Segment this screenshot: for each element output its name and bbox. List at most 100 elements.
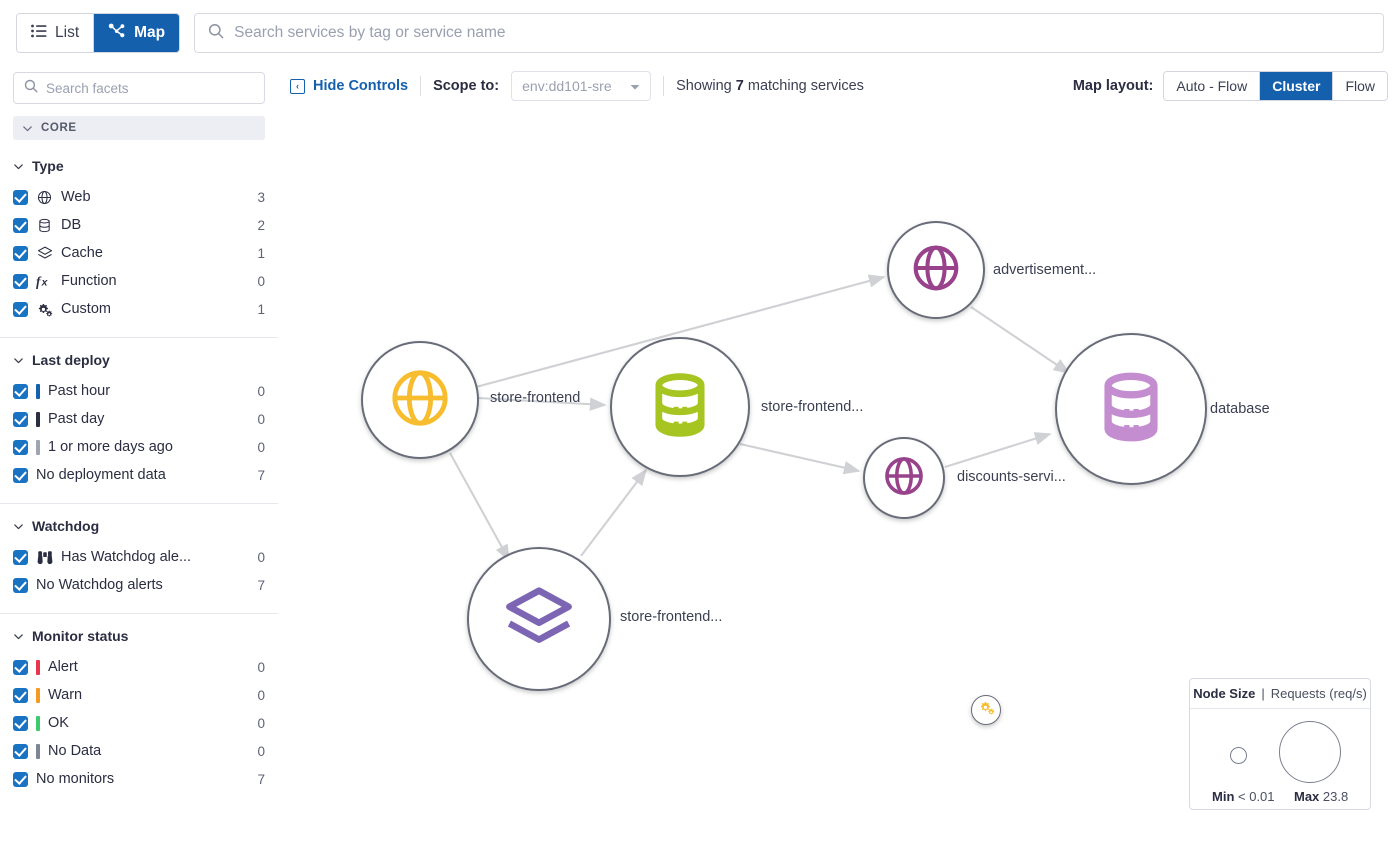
facet-checkbox[interactable] [13, 577, 28, 593]
chevron-down-icon [630, 78, 640, 94]
facet-section-core[interactable]: CORE [13, 116, 265, 140]
facet-checkbox[interactable] [13, 245, 28, 261]
facet-item-warn[interactable]: Warn 0 [13, 681, 265, 709]
map-layout-segmented: Auto - Flow Cluster Flow [1163, 71, 1388, 101]
facet-checkbox[interactable] [13, 301, 28, 317]
chevron-down-icon [22, 123, 33, 134]
scope-select[interactable]: env:dd101-sre [511, 71, 652, 101]
chevron-down-icon [13, 161, 24, 172]
facet-group-title: Monitor status [32, 628, 129, 644]
facet-item-no-data[interactable]: No Data 0 [13, 737, 265, 765]
divider [420, 76, 422, 96]
facet-item-label: Has Watchdog ale... [61, 549, 192, 565]
facet-item-label: No deployment data [36, 467, 166, 483]
facet-group-header[interactable]: Type [13, 158, 265, 174]
layout-option-auto-flow[interactable]: Auto - Flow [1164, 72, 1261, 100]
facet-item-label: No Data [48, 743, 102, 759]
divider [663, 76, 665, 96]
gears-icon [36, 302, 53, 317]
facet-item-past-day[interactable]: Past day 0 [13, 405, 265, 433]
facet-checkbox[interactable] [13, 687, 28, 703]
facet-item-older[interactable]: 1 or more days ago 0 [13, 433, 265, 461]
facet-item-count: 0 [257, 549, 265, 565]
node-size-legend: Node Size | Requests (req/s) Min < 0.01 … [1189, 678, 1371, 810]
facet-item-count: 3 [257, 189, 265, 205]
facet-item-count: 0 [257, 687, 265, 703]
facet-item-db[interactable]: DB 2 [13, 211, 265, 239]
facet-item-no-deployment-data[interactable]: No deployment data 7 [13, 461, 265, 489]
facet-item-cache[interactable]: Cache 1 [13, 239, 265, 267]
edge-frontend-to-cache [449, 452, 510, 562]
facet-checkbox[interactable] [13, 273, 28, 289]
facet-item-count: 0 [257, 743, 265, 759]
legend-max-text: Max 23.8 [1294, 789, 1348, 804]
tab-map[interactable]: Map [94, 14, 180, 52]
facet-item-no-monitors[interactable]: No monitors 7 [13, 765, 265, 793]
facet-item-has-watchdog-alerts[interactable]: Has Watchdog ale... 0 [13, 543, 265, 571]
map-node-label-store-frontend-db: store-frontend... [761, 399, 864, 415]
status-bar-indicator [36, 439, 40, 455]
legend-max-circle [1279, 721, 1341, 783]
map-node-custom[interactable] [971, 695, 1001, 725]
facet-checkbox[interactable] [13, 659, 28, 675]
facet-group-header[interactable]: Watchdog [13, 518, 265, 534]
facet-checkbox[interactable] [13, 217, 28, 233]
map-controls-bar: ‹ Hide Controls Scope to: env:dd101-sre … [290, 70, 1388, 102]
legend-title: Node Size [1193, 686, 1256, 701]
legend-metric: Requests (req/s) [1270, 686, 1367, 701]
map-node-database[interactable] [1055, 333, 1207, 485]
view-toggle: List Map [16, 13, 181, 53]
facet-item-function[interactable]: f x Function 0 [13, 267, 265, 295]
legend-separator: | [1261, 686, 1265, 701]
facet-checkbox[interactable] [13, 383, 28, 399]
facet-item-count: 1 [257, 301, 265, 317]
tab-list[interactable]: List [17, 14, 95, 52]
binoculars-icon [36, 550, 53, 565]
facet-item-past-hour[interactable]: Past hour 0 [13, 377, 265, 405]
facet-item-web[interactable]: Web 3 [13, 183, 265, 211]
gears-icon [978, 700, 995, 720]
layout-option-cluster[interactable]: Cluster [1260, 72, 1334, 100]
map-node-store-frontend[interactable] [361, 341, 479, 459]
facet-item-count: 0 [257, 715, 265, 731]
facet-item-alert[interactable]: Alert 0 [13, 653, 265, 681]
layers-icon [502, 584, 576, 655]
facet-checkbox[interactable] [13, 189, 28, 205]
hide-controls-button[interactable]: ‹ Hide Controls [290, 78, 408, 94]
map-node-cache[interactable] [467, 547, 611, 691]
chevron-down-icon [13, 521, 24, 532]
tab-list-label: List [55, 24, 80, 41]
layout-option-flow[interactable]: Flow [1333, 72, 1387, 100]
facet-checkbox[interactable] [13, 411, 28, 427]
facet-group-header[interactable]: Monitor status [13, 628, 265, 644]
facet-item-no-watchdog-alerts[interactable]: No Watchdog alerts 7 [13, 571, 265, 599]
facet-item-custom[interactable]: Custom 1 [13, 295, 265, 323]
facet-checkbox[interactable] [13, 467, 28, 483]
facet-item-label: Web [61, 189, 91, 205]
list-icon [31, 24, 47, 43]
map-node-label-cache: store-frontend... [620, 609, 723, 625]
edge-discounts-to-database [944, 432, 1052, 469]
status-bar-indicator [36, 743, 40, 759]
legend-min-text: Min < 0.01 [1212, 789, 1275, 804]
facet-item-ok[interactable]: OK 0 [13, 709, 265, 737]
facet-group-type: Type Web 3 DB 2 Cache 1 f x Function 0 C… [0, 158, 278, 323]
service-map-page: List Map Search services by tag or servi… [0, 0, 1400, 845]
map-node-store-frontend-db[interactable] [610, 337, 750, 477]
edge-advertisement-to-database [970, 306, 1071, 374]
facet-checkbox[interactable] [13, 743, 28, 759]
svg-text:x: x [41, 277, 49, 288]
database-icon [1092, 368, 1170, 451]
facet-item-label: OK [48, 715, 69, 731]
map-node-discounts[interactable] [863, 437, 945, 519]
map-node-advertisement[interactable] [887, 221, 985, 319]
database-icon [36, 218, 53, 233]
facet-item-count: 0 [257, 273, 265, 289]
facet-checkbox[interactable] [13, 549, 28, 565]
service-search-box[interactable]: Search services by tag or service name [194, 13, 1384, 53]
facet-checkbox[interactable] [13, 439, 28, 455]
facet-group-header[interactable]: Last deploy [13, 352, 265, 368]
facet-checkbox[interactable] [13, 715, 28, 731]
facet-search-input[interactable]: Search facets [13, 72, 265, 104]
facet-checkbox[interactable] [13, 771, 28, 787]
